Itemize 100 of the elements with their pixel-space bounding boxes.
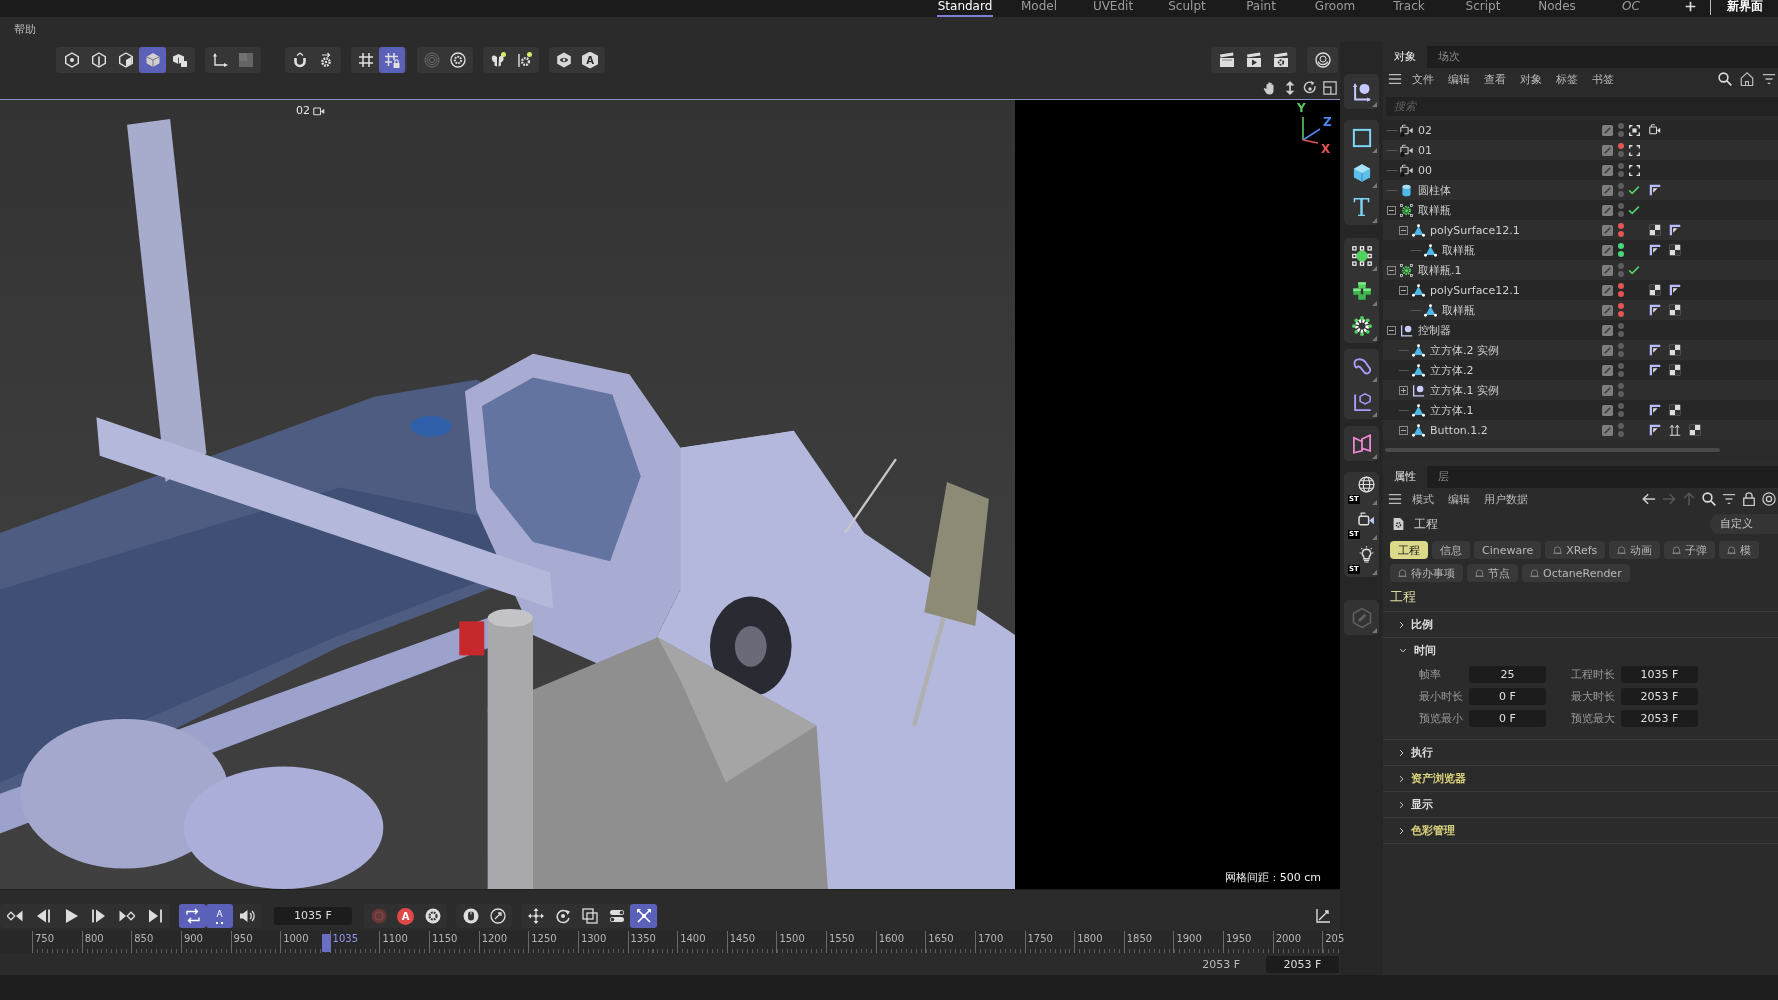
page-tab[interactable]: XRefs	[1545, 541, 1606, 559]
page-tab[interactable]: 待办事项	[1390, 564, 1463, 582]
check-icon[interactable]	[1628, 205, 1640, 215]
model-mode-button[interactable]	[139, 47, 166, 73]
page-tab[interactable]: 工程	[1390, 541, 1428, 559]
render-visibility-dot-icon[interactable]	[1618, 351, 1624, 357]
object-row[interactable]: 取样瓶.1	[1383, 260, 1778, 280]
editor-visibility-dot-icon[interactable]	[1618, 263, 1624, 269]
layout-tab[interactable]: Track	[1372, 0, 1446, 17]
material-tag-icon[interactable]	[1649, 284, 1661, 296]
editor-visibility-dot-icon[interactable]	[1618, 243, 1624, 249]
filter-icon[interactable]	[1722, 492, 1736, 506]
panel-tab[interactable]: 属性	[1383, 466, 1427, 488]
page-tab[interactable]: Cineware	[1474, 541, 1542, 559]
collapse-icon[interactable]	[1387, 265, 1396, 275]
editor-visibility-dot-icon[interactable]	[1618, 383, 1624, 389]
editor-visibility-dot-icon[interactable]	[1618, 323, 1624, 329]
layout-tab[interactable]: Model	[1002, 0, 1076, 17]
editor-visibility-dot-icon[interactable]	[1618, 363, 1624, 369]
focus-frame-icon[interactable]	[1628, 164, 1640, 176]
group-header[interactable]: 时间	[1383, 638, 1778, 663]
layout-tab[interactable]: Script	[1446, 0, 1520, 17]
render-visibility-dot-icon[interactable]	[1618, 131, 1624, 137]
collapse-icon[interactable]	[1387, 325, 1396, 335]
playhead[interactable]	[321, 934, 331, 952]
render-visibility-dot-icon[interactable]	[1618, 171, 1624, 177]
page-tab[interactable]: 子弹	[1664, 541, 1716, 559]
search-icon[interactable]	[1702, 492, 1716, 506]
value-field[interactable]: 0 F	[1469, 710, 1546, 727]
material-tag-icon[interactable]	[1669, 404, 1681, 416]
check-icon[interactable]	[1628, 185, 1640, 195]
expand-icon[interactable]	[1399, 385, 1408, 395]
end-frame-field[interactable]: 2053 F	[1266, 956, 1339, 973]
layout-tab[interactable]: UVEdit	[1076, 0, 1150, 17]
material-tag-icon[interactable]	[1669, 304, 1681, 316]
menu-item[interactable]: 文件	[1412, 71, 1434, 87]
editor-visibility-dot-icon[interactable]	[1618, 123, 1624, 129]
render-visibility-dot-icon[interactable]	[1618, 371, 1624, 377]
editor-visibility-dot-icon[interactable]	[1618, 343, 1624, 349]
menu-icon[interactable]	[1388, 72, 1402, 86]
render-visibility-dot-icon[interactable]	[1618, 231, 1624, 237]
render-visibility-dot-icon[interactable]	[1618, 431, 1624, 437]
focus-frame-filled-icon[interactable]	[1628, 124, 1640, 136]
collapse-icon[interactable]	[1399, 285, 1408, 295]
loop-button[interactable]	[179, 904, 206, 928]
render-visibility-dot-icon[interactable]	[1618, 391, 1624, 397]
panel-tab[interactable]: 场次	[1427, 46, 1471, 68]
autokey-button[interactable]: A	[392, 904, 419, 928]
editor-visibility-dot-icon[interactable]	[1618, 183, 1624, 189]
back-arrow-icon[interactable]	[1642, 492, 1656, 506]
group-header[interactable]: 资产浏览器	[1383, 766, 1778, 791]
render-visibility-dot-icon[interactable]	[1618, 291, 1624, 297]
search-icon[interactable]	[1718, 72, 1732, 86]
value-field[interactable]: 2053 F	[1621, 688, 1698, 705]
menu-item[interactable]: 用户数据	[1484, 491, 1528, 507]
render-visibility-dot-icon[interactable]	[1618, 411, 1624, 417]
object-row[interactable]: 圆柱体	[1383, 180, 1778, 200]
phong-tag-icon[interactable]	[1649, 304, 1661, 316]
target-icon[interactable]	[1762, 492, 1776, 506]
auto-mode-button[interactable]: A	[577, 47, 603, 73]
layout-tab[interactable]: Nodes	[1520, 0, 1594, 17]
camera-tag-icon[interactable]	[1649, 124, 1661, 136]
material-tag-icon[interactable]	[1669, 244, 1681, 256]
phong-tag-icon[interactable]	[1649, 404, 1661, 416]
home-icon[interactable]	[1740, 72, 1754, 86]
object-row[interactable]: 01	[1383, 140, 1778, 160]
page-tab[interactable]: 信息	[1432, 541, 1470, 559]
object-row[interactable]: polySurface12.1	[1383, 220, 1778, 240]
preset-dropdown[interactable]: 自定义	[1710, 514, 1778, 534]
plus-icon[interactable]	[1685, 1, 1696, 12]
group-header[interactable]: 执行	[1383, 740, 1778, 765]
search-field[interactable]: 搜索	[1386, 97, 1778, 116]
editor-visibility-dot-icon[interactable]	[1618, 163, 1624, 169]
phong-tag-icon[interactable]	[1649, 244, 1661, 256]
editor-visibility-dot-icon[interactable]	[1618, 423, 1624, 429]
menu-item[interactable]: 标签	[1556, 71, 1578, 87]
object-row[interactable]: 取样瓶	[1383, 300, 1778, 320]
render-visibility-dot-icon[interactable]	[1618, 151, 1624, 157]
group-header[interactable]: 比例	[1383, 612, 1778, 637]
layout-tab[interactable]: Paint	[1224, 0, 1298, 17]
layout-tab[interactable]: Groom	[1298, 0, 1372, 17]
menu-item[interactable]: 对象	[1520, 71, 1542, 87]
phong-tag-icon[interactable]	[1669, 224, 1681, 236]
menu-item[interactable]: 模式	[1412, 491, 1434, 507]
page-tab[interactable]: 节点	[1467, 564, 1518, 582]
phong-tag-icon[interactable]	[1669, 284, 1681, 296]
render-visibility-dot-icon[interactable]	[1618, 311, 1624, 317]
layout-tab[interactable]: OC	[1594, 0, 1668, 17]
page-tab[interactable]: 模	[1719, 541, 1760, 559]
editor-visibility-dot-icon[interactable]	[1618, 223, 1624, 229]
phong-tag-icon[interactable]	[1649, 364, 1661, 376]
material-preview-button[interactable]	[1307, 47, 1338, 73]
cross-tool-button[interactable]	[630, 904, 657, 928]
editor-visibility-dot-icon[interactable]	[1618, 303, 1624, 309]
new-layout-button[interactable]: 新界面	[1727, 0, 1763, 13]
render-visibility-dot-icon[interactable]	[1618, 271, 1624, 277]
grid-lock-button[interactable]	[379, 47, 405, 73]
material-tag-icon[interactable]	[1669, 344, 1681, 356]
page-tab[interactable]: OctaneRender	[1522, 564, 1630, 582]
material-tag-icon[interactable]	[1669, 364, 1681, 376]
